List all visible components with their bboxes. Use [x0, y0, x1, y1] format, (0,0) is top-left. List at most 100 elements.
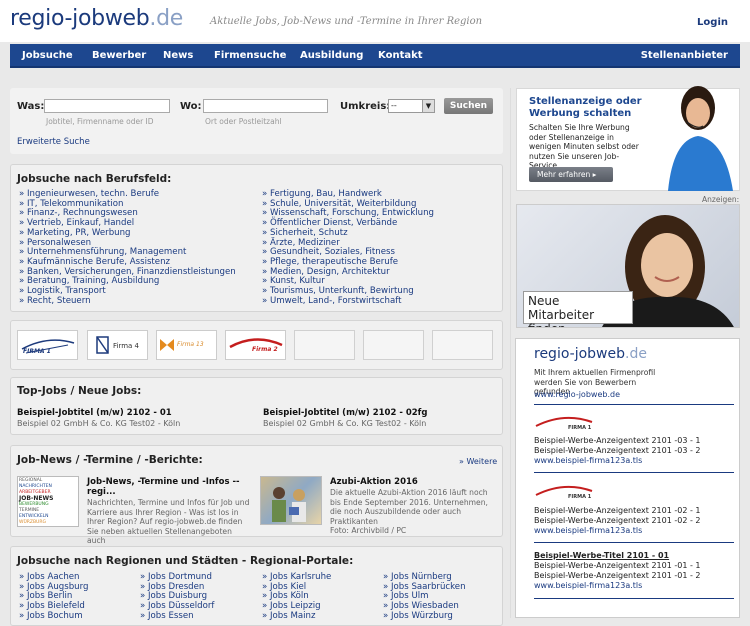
divider	[534, 598, 734, 599]
banner-line1: Neue Mitarbeiter	[528, 294, 595, 322]
regions-col3: » Jobs Karlsruhe » Jobs Kiel » Jobs Köln…	[262, 572, 331, 622]
ad-line: Beispiel-Werbe-Anzeigentext 2101 -03 - 1	[534, 436, 701, 445]
job-title[interactable]: Beispiel-Jobtitel (m/w) 2102 - 01	[17, 408, 180, 418]
nav-ausbildung[interactable]: Ausbildung	[300, 50, 363, 61]
firm-logo-4[interactable]: Firma 4	[87, 330, 148, 360]
topjobs-title: Top-Jobs / Neue Jobs:	[17, 385, 142, 397]
firma1-text: FIRMA 1	[568, 425, 592, 431]
divider	[534, 404, 734, 405]
was-label: Was:	[17, 101, 45, 112]
logo-tld: .de	[149, 6, 184, 31]
firma2-text: Firma 2	[252, 346, 278, 353]
regions-col1: » Jobs Aachen » Jobs Augsburg » Jobs Ber…	[19, 572, 88, 622]
berufsfeld-link[interactable]: » Recht, Steuern	[19, 296, 236, 307]
main-nav: Jobsuche Bewerber News Firmensuche Ausbi…	[10, 44, 740, 68]
nav-firmensuche[interactable]: Firmensuche	[214, 50, 286, 61]
was-input[interactable]	[44, 99, 170, 113]
berufsfeld-col2: » Fertigung, Bau, Handwerk » Schule, Uni…	[262, 189, 434, 307]
site-logo[interactable]: regio-jobweb.de	[10, 6, 183, 31]
firm-logo-2[interactable]: Firma 2	[225, 330, 286, 360]
ad-line: Beispiel-Werbe-Anzeigentext 2101 -01 - 2	[534, 571, 701, 580]
side-ad-logo[interactable]: regio-jobweb.de	[534, 346, 647, 362]
support-agent-image-icon	[668, 86, 733, 191]
job-company: Beispiel 02 GmbH & Co. KG Test02 - Köln	[263, 419, 427, 428]
login-link[interactable]: Login	[697, 17, 728, 28]
nav-kontakt[interactable]: Kontakt	[378, 50, 423, 61]
firm-logo-1[interactable]: FIRMA 1	[17, 330, 78, 360]
chevron-down-icon: ▼	[422, 100, 434, 112]
tagline: Aktuelle Jobs, Job-News und -Termine in …	[210, 16, 483, 27]
column-separator	[510, 88, 511, 618]
advanced-search-link[interactable]: Erweiterte Suche	[17, 137, 90, 147]
region-link[interactable]: » Jobs Würzburg	[383, 611, 466, 622]
ad-url[interactable]: www.beispiel-firma123a.tls	[534, 581, 701, 591]
divider	[534, 472, 734, 473]
cloud-word: WÜRZBURG	[19, 520, 46, 525]
berufsfeld-col1: » Ingenieurwesen, techn. Berufe » IT, Te…	[19, 189, 236, 307]
search-button[interactable]: Suchen	[444, 98, 493, 114]
news-item-1: Job-News, -Termine und -Infos -- regi...…	[87, 477, 252, 546]
ads-label: Anzeigen:	[702, 195, 740, 204]
side-logo-text: regio-jobweb	[534, 346, 626, 362]
firma1-text: FIRMA 1	[568, 494, 592, 500]
regions-title: Jobsuche nach Regionen und Städten - Reg…	[17, 555, 354, 567]
topjob-2[interactable]: Beispiel-Jobtitel (m/w) 2102 - 02fg Beis…	[263, 408, 427, 428]
nav-jobsuche[interactable]: Jobsuche	[22, 50, 73, 61]
news-item-text: Die aktuelle Azubi-Aktion 2016 läuft noc…	[330, 488, 488, 526]
promo-text: Schalten Sie Ihre Werbung oder Stellenan…	[529, 123, 639, 170]
news-item-title[interactable]: Azubi-Aktion 2016	[330, 477, 496, 487]
region-link[interactable]: » Jobs Mainz	[262, 611, 331, 622]
wo-hint: Ort oder Postleitzahl	[205, 117, 282, 126]
region-link[interactable]: » Jobs Essen	[140, 611, 214, 622]
firma4-text: Firma 4	[113, 342, 140, 350]
ad-title[interactable]: Beispiel-Werbe-Titel 2101 - 01	[534, 551, 701, 561]
news-item-text: Nachrichten, Termine und Infos für Job u…	[87, 498, 250, 545]
ad-url[interactable]: www.beispiel-firma123a.tls	[534, 456, 701, 466]
side-ad-block-3[interactable]: Beispiel-Werbe-Titel 2101 - 01 Beispiel-…	[534, 551, 701, 591]
nav-news[interactable]: News	[163, 50, 193, 61]
side-logo-tld: .de	[625, 346, 647, 362]
ad-line: Beispiel-Werbe-Anzeigentext 2101 -01 - 1	[534, 561, 701, 570]
ad-line: Beispiel-Werbe-Anzeigentext 2101 -02 - 2	[534, 516, 701, 525]
news-item-2: Azubi-Aktion 2016 Die aktuelle Azubi-Akt…	[330, 477, 496, 536]
promo-title-line1: Stellenanzeige oder	[529, 96, 642, 107]
side-ad-block-2[interactable]: Beispiel-Werbe-Anzeigentext 2101 -02 - 1…	[534, 506, 701, 536]
photo-caption: Foto: Archivbild / PC	[330, 526, 407, 535]
ad-line: Beispiel-Werbe-Anzeigentext 2101 -03 - 2	[534, 446, 701, 455]
firma13-text: Firma 13	[177, 341, 204, 348]
berufsfeld-title: Jobsuche nach Berufsfeld:	[17, 173, 172, 185]
job-title[interactable]: Beispiel-Jobtitel (m/w) 2102 - 02fg	[263, 408, 427, 418]
was-hint: Jobtitel, Firmenname oder ID	[46, 117, 154, 126]
umkreis-value: --	[391, 101, 397, 110]
ad-url[interactable]: www.beispiel-firma123a.tls	[534, 526, 701, 536]
umkreis-select[interactable]: -- ▼	[388, 99, 435, 113]
side-ad-block-1[interactable]: Beispiel-Werbe-Anzeigentext 2101 -03 - 1…	[534, 436, 701, 466]
nav-stellenanbieter[interactable]: Stellenanbieter	[641, 50, 728, 61]
news-more-link[interactable]: » Weitere	[459, 457, 497, 466]
side-ad-url[interactable]: www.regio-jobweb.de	[534, 390, 620, 399]
header: regio-jobweb.de Aktuelle Jobs, Job-News …	[0, 0, 750, 42]
banner-line2: finden	[528, 322, 628, 327]
divider	[534, 542, 734, 543]
firm-logo-empty	[363, 330, 424, 360]
nav-bewerber[interactable]: Bewerber	[92, 50, 146, 61]
promo-title-line2: Werbung schalten	[529, 108, 632, 119]
promo-more-button[interactable]: Mehr erfahren ▸	[529, 167, 613, 182]
berufsfeld-link[interactable]: » Umwelt, Land-, Forstwirtschaft	[262, 296, 434, 307]
job-company: Beispiel 02 GmbH & Co. KG Test02 - Köln	[17, 419, 181, 428]
wo-label: Wo:	[180, 101, 202, 112]
news-item-title[interactable]: Job-News, -Termine und -Infos -- regi...	[87, 477, 252, 497]
banner-caption: Neue Mitarbeiter finden	[523, 291, 633, 327]
wo-input[interactable]	[203, 99, 328, 113]
news-wordcloud-image[interactable]: REGIONAL NACHRICHTEN ARBEITGEBER JOB-NEW…	[17, 476, 79, 527]
banner-ad[interactable]: Neue Mitarbeiter finden	[516, 204, 740, 328]
firm-logo-13[interactable]: Firma 13	[156, 330, 217, 360]
news-photo-image[interactable]	[260, 476, 322, 525]
firma2-logo-icon	[229, 338, 283, 349]
umkreis-label: Umkreis:	[340, 101, 391, 112]
region-link[interactable]: » Jobs Bochum	[19, 611, 88, 622]
topjob-1[interactable]: Beispiel-Jobtitel (m/w) 2102 - 01 Beispi…	[17, 408, 180, 428]
promo-title: Stellenanzeige oder Werbung schalten	[529, 96, 642, 120]
students-photo-icon	[272, 487, 306, 522]
news-title: Job-News / -Termine / -Berichte:	[17, 454, 203, 466]
